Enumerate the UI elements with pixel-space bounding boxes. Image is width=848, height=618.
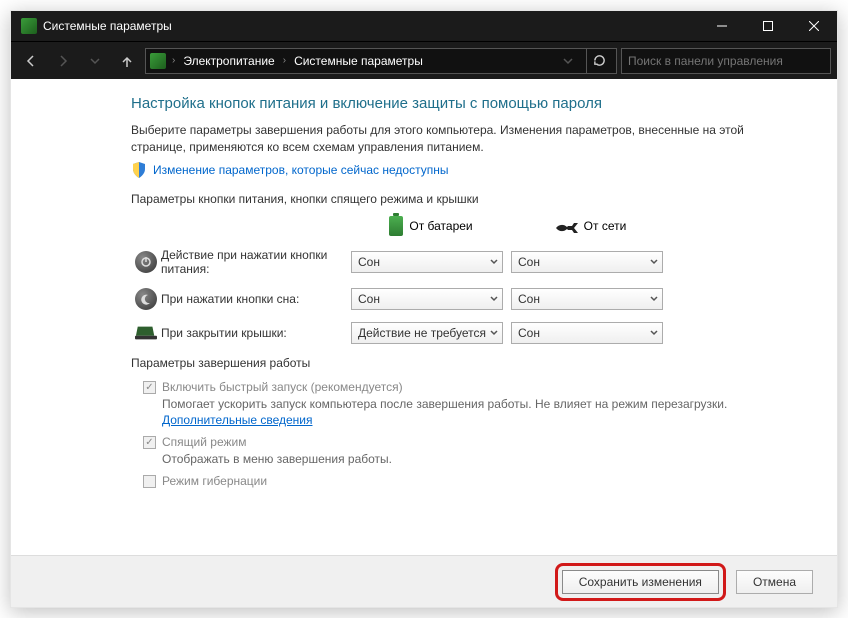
- refresh-button[interactable]: [586, 48, 612, 74]
- footer-bar: Сохранить изменения Отмена: [11, 555, 837, 607]
- page-description: Выберите параметры завершения работы для…: [131, 122, 797, 156]
- power-options-icon: [21, 18, 37, 34]
- search-input[interactable]: [628, 54, 824, 68]
- row-sleep-button: При нажатии кнопки сна: Сон Сон: [131, 288, 797, 310]
- fast-startup-label: Включить быстрый запуск (рекомендуется): [162, 380, 403, 394]
- row-sleep-button-label: При нажатии кнопки сна:: [161, 292, 351, 306]
- breadcrumb-system-settings[interactable]: Системные параметры: [292, 54, 425, 68]
- sleep-button-battery-select[interactable]: Сон: [351, 288, 503, 310]
- row-lid-close: При закрытии крышки: Действие не требует…: [131, 322, 797, 344]
- section-shutdown-label: Параметры завершения работы: [131, 356, 797, 370]
- forward-button[interactable]: [49, 47, 77, 75]
- chevron-down-icon: [490, 292, 498, 306]
- up-button[interactable]: [113, 47, 141, 75]
- power-button-icon: [131, 251, 161, 273]
- row-power-button: Действие при нажатии кнопки питания: Сон…: [131, 248, 797, 276]
- sleep-button-ac-select[interactable]: Сон: [511, 288, 663, 310]
- back-button[interactable]: [17, 47, 45, 75]
- address-dropdown[interactable]: [554, 47, 582, 75]
- row-lid-close-label: При закрытии крышки:: [161, 326, 351, 340]
- chevron-down-icon: [490, 255, 498, 269]
- battery-icon: [389, 216, 403, 236]
- window-title: Системные параметры: [43, 19, 699, 33]
- chevron-down-icon: [490, 326, 498, 340]
- power-button-battery-select[interactable]: Сон: [351, 251, 503, 273]
- fast-startup-checkbox[interactable]: [143, 381, 156, 394]
- column-battery-header: От батареи: [351, 216, 511, 236]
- fast-startup-desc: Помогает ускорить запуск компьютера посл…: [131, 396, 797, 430]
- sleep-checkbox[interactable]: [143, 436, 156, 449]
- recent-dropdown[interactable]: [81, 47, 109, 75]
- cancel-button[interactable]: Отмена: [736, 570, 813, 594]
- chevron-right-icon: ›: [170, 55, 177, 66]
- column-ac-header: От сети: [511, 216, 671, 236]
- sleep-label: Спящий режим: [162, 435, 246, 449]
- power-button-ac-select[interactable]: Сон: [511, 251, 663, 273]
- address-bar[interactable]: › Электропитание › Системные параметры: [145, 48, 617, 74]
- fast-startup-more-link[interactable]: Дополнительные сведения: [162, 413, 312, 427]
- hibernate-checkbox[interactable]: [143, 475, 156, 488]
- minimize-button[interactable]: [699, 11, 745, 41]
- unlock-settings-link[interactable]: Изменение параметров, которые сейчас нед…: [153, 163, 449, 177]
- chevron-down-icon: [650, 326, 658, 340]
- save-highlight-annotation: Сохранить изменения: [555, 563, 726, 601]
- column-battery-label: От батареи: [409, 219, 472, 233]
- lid-battery-select[interactable]: Действие не требуется: [351, 322, 503, 344]
- sleep-button-icon: [131, 288, 161, 310]
- lid-ac-select[interactable]: Сон: [511, 322, 663, 344]
- power-options-icon: [150, 53, 166, 69]
- chevron-right-icon: ›: [281, 55, 288, 66]
- chevron-down-icon: [650, 255, 658, 269]
- plug-icon: [556, 219, 578, 233]
- laptop-lid-icon: [131, 322, 161, 344]
- navigation-bar: › Электропитание › Системные параметры: [11, 41, 837, 79]
- sleep-desc: Отображать в меню завершения работы.: [131, 451, 797, 468]
- close-button[interactable]: [791, 11, 837, 41]
- search-box[interactable]: [621, 48, 831, 74]
- maximize-button[interactable]: [745, 11, 791, 41]
- column-ac-label: От сети: [584, 219, 627, 233]
- titlebar: Системные параметры: [11, 11, 837, 41]
- hibernate-label: Режим гибернации: [162, 474, 267, 488]
- row-power-button-label: Действие при нажатии кнопки питания:: [161, 248, 351, 276]
- shield-icon: [131, 162, 147, 178]
- section-buttons-lid-label: Параметры кнопки питания, кнопки спящего…: [131, 192, 797, 206]
- content-area: Настройка кнопок питания и включение защ…: [11, 79, 837, 555]
- breadcrumb-power[interactable]: Электропитание: [181, 54, 276, 68]
- chevron-down-icon: [650, 292, 658, 306]
- page-heading: Настройка кнопок питания и включение защ…: [131, 95, 797, 112]
- save-button[interactable]: Сохранить изменения: [562, 570, 719, 594]
